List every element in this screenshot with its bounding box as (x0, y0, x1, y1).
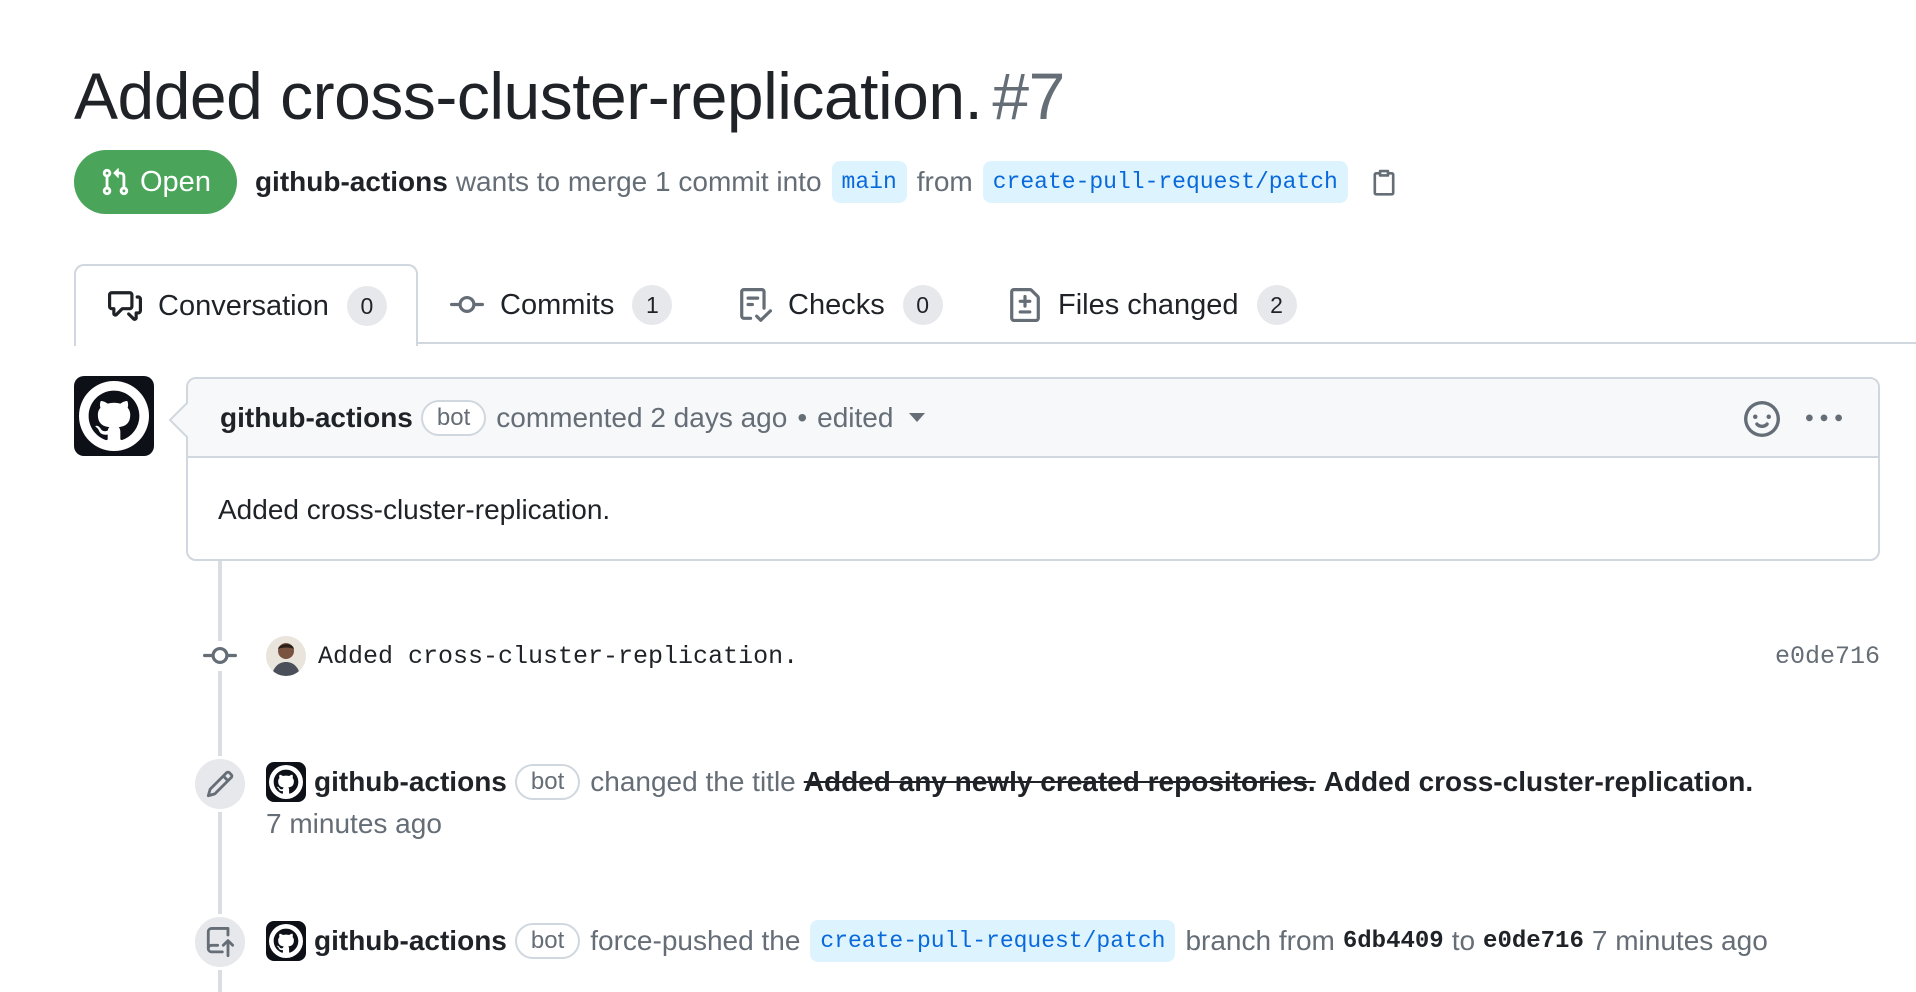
title-change-event: github-actions bot changed the title Add… (192, 756, 1882, 856)
to-sha-link[interactable]: e0de716 (1483, 928, 1584, 955)
tab-checks[interactable]: Checks 0 (738, 264, 943, 346)
pr-meta: Open github-actions wants to merge 1 com… (74, 150, 1398, 214)
force-push-event: github-actions bot force-pushed the crea… (192, 914, 1882, 984)
tab-conversation[interactable]: Conversation 0 (74, 264, 418, 346)
pr-title: Added cross-cluster-replication. #7 (74, 58, 1065, 134)
github-logo-icon (269, 924, 303, 958)
comment-author-link[interactable]: github-actions (220, 402, 413, 434)
github-actions-mini-avatar[interactable] (266, 762, 306, 802)
tab-conversation-count: 0 (346, 286, 387, 326)
head-branch[interactable]: create-pull-request/patch (982, 161, 1348, 203)
tab-commits-label: Commits (500, 288, 615, 321)
tab-commits[interactable]: Commits 1 (450, 264, 673, 346)
comment-discussion-icon (108, 291, 142, 321)
commit-author-avatar[interactable] (266, 636, 306, 676)
tab-files-changed-label: Files changed (1058, 288, 1239, 321)
chevron-down-icon (909, 413, 926, 422)
bot-label: bot (420, 399, 487, 436)
tab-checks-label: Checks (788, 288, 885, 321)
copy-icon[interactable] (1370, 165, 1398, 199)
pr-description-comment: github-actions bot commented 2 days ago … (186, 377, 1880, 561)
event-action-text: force-pushed the (590, 925, 801, 956)
event-action-text: changed the title (590, 766, 796, 797)
tab-files-changed-count: 2 (1256, 285, 1297, 325)
pr-tabs: Conversation 0 Commits 1 Checks 0 Files … (74, 264, 1916, 346)
pr-author-link[interactable]: github-actions (255, 166, 448, 198)
event-badge (192, 914, 248, 970)
event-author-link[interactable]: github-actions (314, 925, 507, 957)
file-diff-icon (1010, 288, 1040, 322)
branch-from-text: branch from (1185, 925, 1335, 956)
pencil-icon (206, 770, 234, 798)
tab-files-changed[interactable]: Files changed 2 (1008, 264, 1297, 346)
github-actions-avatar[interactable] (74, 376, 154, 456)
event-timestamp[interactable]: 7 minutes ago (1592, 925, 1768, 957)
pr-number: #7 (992, 59, 1065, 133)
from-text: from (916, 166, 973, 197)
comment-body: Added cross-cluster-replication. (218, 494, 611, 525)
bot-label: bot (514, 923, 581, 959)
new-title: Added cross-cluster-replication. (1323, 766, 1754, 797)
github-logo-icon (79, 381, 149, 451)
repo-push-icon (206, 927, 235, 957)
force-push-text: github-actions bot force-pushed the crea… (266, 920, 1768, 962)
comment-timestamp[interactable]: commented 2 days ago (496, 402, 787, 434)
state-label: Open (140, 165, 211, 198)
git-pull-request-icon (102, 168, 129, 196)
commit-message-link[interactable]: Added cross-cluster-replication. (318, 642, 798, 671)
edited-label: edited (817, 401, 894, 433)
separator-dot: • (797, 401, 808, 433)
bot-label: bot (514, 764, 581, 800)
title-change-text: github-actions bot changed the title Add… (266, 762, 1753, 802)
tab-checks-count: 0 (902, 285, 943, 325)
user-photo-icon (266, 636, 306, 676)
checklist-icon (740, 288, 772, 322)
tab-commits-count: 1 (632, 285, 673, 325)
commit-row: Added cross-cluster-replication. e0de716 (200, 634, 1880, 678)
event-badge (192, 756, 248, 812)
pr-title-text: Added cross-cluster-replication. (74, 59, 983, 133)
old-title: Added any newly created repositories. (803, 766, 1316, 797)
open-state-badge: Open (74, 150, 237, 214)
smiley-icon[interactable] (1744, 400, 1780, 437)
base-branch[interactable]: main (831, 161, 907, 203)
tab-conversation-label: Conversation (158, 289, 329, 322)
to-text: to (1451, 925, 1476, 956)
github-logo-icon (269, 765, 303, 799)
pushed-branch[interactable]: create-pull-request/patch (810, 920, 1176, 962)
merge-text: wants to merge 1 commit into (455, 166, 822, 197)
commit-sha-link[interactable]: e0de716 (1775, 642, 1880, 671)
edited-dropdown[interactable]: edited (817, 401, 926, 434)
event-timestamp[interactable]: 7 minutes ago (266, 808, 442, 840)
git-commit-icon (203, 646, 237, 664)
commit-node (200, 641, 240, 671)
github-actions-mini-avatar[interactable] (266, 921, 306, 961)
comment-actions (1744, 379, 1842, 458)
from-sha-link[interactable]: 6db4409 (1343, 928, 1444, 955)
event-author-link[interactable]: github-actions (314, 766, 507, 798)
kebab-horizontal-icon[interactable] (1806, 401, 1842, 437)
comment-header: github-actions bot commented 2 days ago … (188, 379, 1878, 458)
git-commit-icon (450, 295, 484, 313)
